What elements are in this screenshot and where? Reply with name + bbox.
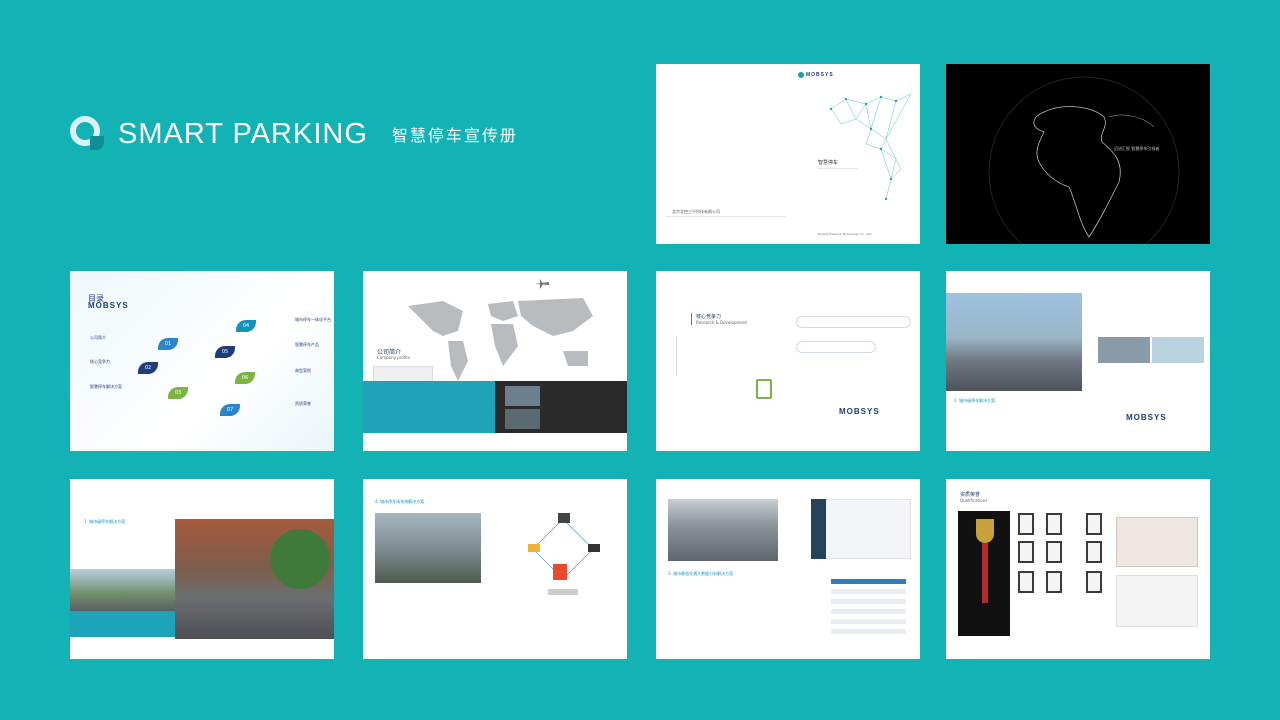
page-core[interactable]: 核心竞争力 Research & Development MOBSYS (656, 271, 920, 451)
brand-title: SMART PARKING (118, 117, 368, 150)
toc-number: 04 (236, 320, 256, 332)
core-logo: MOBSYS (839, 407, 880, 416)
world-network-graphic (829, 93, 912, 201)
world-map-graphic (408, 298, 593, 381)
toc-item-products[interactable]: 智慧停车产品 (295, 342, 319, 348)
brand-subtitle: 智慧停车宣传册 (391, 126, 518, 145)
toc-number: 06 (235, 372, 255, 384)
airplane-icon (535, 279, 549, 289)
toc-number: 07 (220, 404, 240, 416)
parking-gate-photo (946, 293, 1082, 391)
toc-number: 05 (215, 346, 235, 358)
mobsys-logo-icon (798, 72, 804, 78)
toc-item-cases[interactable]: 典型案例 (295, 368, 311, 374)
page-intro[interactable]: 迈进汇智 智慧停车引领者 (946, 64, 1210, 244)
traffic-photo (668, 499, 778, 561)
toc-number: 03 (168, 387, 188, 399)
page-platform[interactable]: 3. 城市静态交通大数据分析解决方案 (656, 479, 920, 659)
toc-item-company[interactable]: 公司简介 (90, 335, 106, 341)
cover-company-en: Beijing Beikong Technology Co., Ltd. (818, 232, 873, 236)
page-solution[interactable]: 2. 城市级停车解决方案 MOBSYS (946, 271, 1210, 451)
toc-number: 01 (158, 338, 178, 350)
honor-title: 资质荣誉 (960, 492, 981, 498)
intro-tagline: 迈进汇智 智慧停车引领者 (1114, 146, 1160, 151)
solution-heading: 2. 城市级停车解决方案 (954, 398, 996, 403)
globe-graphic (988, 76, 1180, 244)
cover-title: 智慧停车 (818, 160, 839, 166)
platform-heading: 3. 城市静态交通大数据分析解决方案 (668, 571, 734, 576)
page-cover[interactable]: MOBSYS 智慧停车 北京北控三兴科技有限公司 Beijing Beikong… (656, 64, 920, 244)
toc-item-platform[interactable]: 城市停车一体化平台 (295, 317, 331, 323)
toc-number: 02 (138, 362, 158, 374)
solution-logo: MOBSYS (1126, 413, 1167, 422)
core-title: 核心竞争力 (696, 314, 722, 320)
toc-item-honors[interactable]: 资质荣誉 (295, 401, 311, 407)
q-logo-icon (70, 116, 106, 152)
system-diagram (528, 513, 600, 595)
honor-title-en: Qualifications (960, 498, 988, 503)
toc-item-core[interactable]: 核心竞争力 (90, 359, 110, 365)
cover-logo: MOBSYS (806, 72, 834, 78)
smart-heading: 4. 城市停车场系统解决方案 (375, 499, 425, 504)
core-title-en: Research & Development (696, 320, 747, 325)
company-title-en: Company profile (377, 355, 410, 360)
page-smart[interactable]: 4. 城市停车场系统解决方案 (363, 479, 627, 659)
toc-logo: MOBSYS (88, 301, 129, 310)
page-city[interactable]: 1. 城市级停车解决方案 (70, 479, 334, 659)
city-heading: 1. 城市级停车解决方案 (84, 519, 126, 524)
brand-header: SMART PARKING 智慧停车宣传册 (70, 114, 518, 154)
page-toc[interactable]: 目录 MOBSYS 公司简介 核心竞争力 智慧停车解决方案 城市停车一体化平台 … (70, 271, 334, 451)
toc-item-solution[interactable]: 智慧停车解决方案 (90, 384, 122, 390)
cover-company-cn: 北京北控三兴科技有限公司 (672, 209, 720, 214)
page-company[interactable]: 公司简介 Company profile (363, 271, 627, 451)
page-honor[interactable]: 资质荣誉 Qualifications (946, 479, 1210, 659)
city-photo (375, 513, 481, 583)
